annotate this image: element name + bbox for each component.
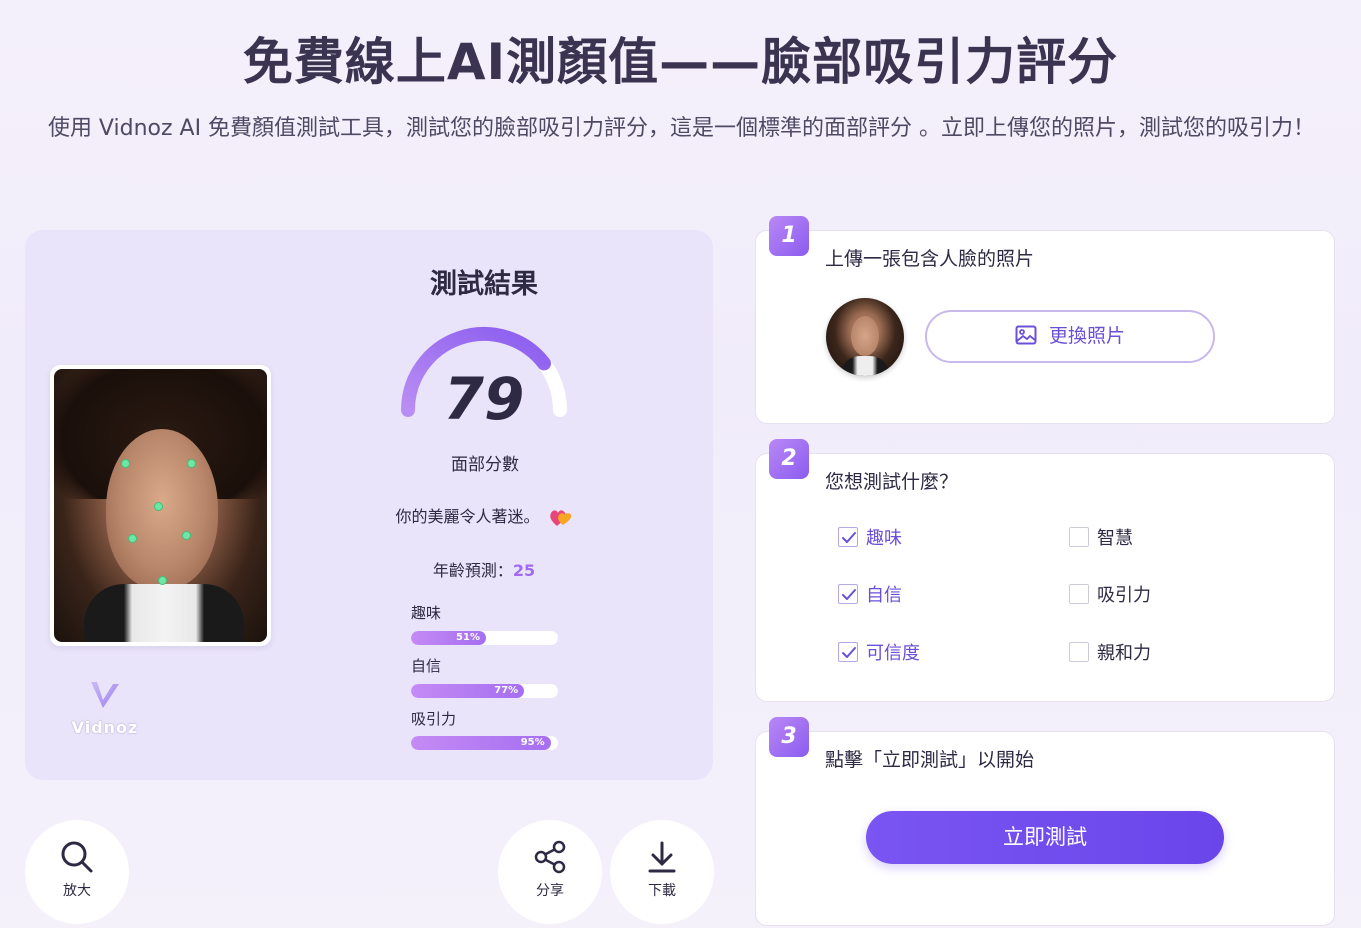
step1-badge: 1 (769, 216, 809, 256)
share-button[interactable]: 分享 (498, 820, 602, 924)
result-photo (50, 365, 271, 646)
compliment-label: 你的美麗令人著迷。 (395, 507, 540, 526)
option-label: 親和力 (1097, 643, 1151, 664)
step2-text: 您想測試什麼？ (825, 471, 959, 493)
download-icon (648, 841, 676, 873)
age-value: 25 (512, 561, 536, 580)
option-wisdom[interactable]: 智慧 (1069, 524, 1133, 549)
metric-label-confidence: 自信 (411, 657, 442, 675)
page-subtitle: 使用 Vidnoz AI 免費顏值測試工具，測試您的臉部吸引力評分，這是一個標準… (47, 116, 1316, 141)
checkbox-icon (1069, 584, 1089, 604)
search-icon (61, 841, 93, 873)
test-now-button[interactable]: 立即測試 (866, 811, 1224, 864)
vidnoz-logo-text: Vidnoz (71, 718, 139, 737)
step1-text: 上傳一張包含人臉的照片 (825, 248, 1035, 270)
metric-bar-fun: 51% (411, 631, 558, 645)
zoom-label: 放大 (63, 883, 91, 899)
metric-value-attractiveness: 95% (411, 736, 551, 750)
age-prediction: 年齡預測：25 (384, 557, 584, 581)
metric-label-attractiveness: 吸引力 (411, 710, 457, 728)
option-friendliness[interactable]: 親和力 (1069, 639, 1151, 664)
option-attractiveness[interactable]: 吸引力 (1069, 581, 1151, 606)
checkbox-icon (838, 527, 858, 547)
face-landmark-chin (158, 576, 167, 585)
metric-label-fun: 趣味 (411, 604, 442, 622)
uploaded-photo-thumbnail (826, 298, 904, 376)
vidnoz-logo: Vidnoz (70, 678, 140, 748)
age-label: 年齡預測： (432, 561, 513, 580)
option-label: 吸引力 (1097, 585, 1151, 606)
option-label: 趣味 (866, 528, 902, 549)
change-photo-button[interactable]: 更換照片 (925, 310, 1215, 363)
share-icon (534, 840, 566, 874)
face-landmark-mouth-left (128, 534, 137, 543)
face-landmark-right-eye (187, 459, 196, 468)
image-icon (1015, 325, 1037, 344)
option-trustworthiness[interactable]: 可信度 (838, 639, 920, 664)
change-photo-label: 更換照片 (1048, 325, 1125, 347)
checkbox-icon (838, 584, 858, 604)
checkbox-icon (1069, 642, 1089, 662)
checkbox-icon (1069, 527, 1089, 547)
compliment-text: 你的美麗令人著迷。 (384, 503, 584, 528)
share-label: 分享 (536, 883, 564, 899)
face-score: 79 (443, 365, 525, 433)
step2-badge: 2 (769, 439, 809, 479)
face-landmark-mouth-right (182, 531, 191, 540)
download-button[interactable]: 下載 (610, 820, 714, 924)
result-title: 測試結果 (430, 269, 538, 300)
zoom-button[interactable]: 放大 (25, 820, 129, 924)
vidnoz-logo-icon (91, 682, 119, 708)
metric-bar-attractiveness: 95% (411, 736, 558, 750)
face-score-label: 面部分數 (451, 455, 519, 475)
download-label: 下載 (648, 883, 676, 899)
option-label: 自信 (866, 585, 902, 606)
face-landmark-nose (154, 502, 163, 511)
option-confidence[interactable]: 自信 (838, 581, 902, 606)
heart-icon (549, 509, 571, 526)
page-title: 免費線上AI測顏值——臉部吸引力評分 (242, 33, 1119, 91)
option-label: 可信度 (866, 643, 920, 664)
metric-value-confidence: 77% (411, 684, 525, 698)
step3-text: 點擊「立即測試」以開始 (825, 749, 1035, 771)
option-label: 智慧 (1097, 528, 1133, 549)
metric-bar-confidence: 77% (411, 684, 558, 698)
face-landmark-left-eye (121, 459, 130, 468)
step3-badge: 3 (769, 717, 809, 757)
option-fun[interactable]: 趣味 (838, 524, 902, 549)
metric-value-fun: 51% (411, 631, 486, 645)
checkbox-icon (838, 642, 858, 662)
